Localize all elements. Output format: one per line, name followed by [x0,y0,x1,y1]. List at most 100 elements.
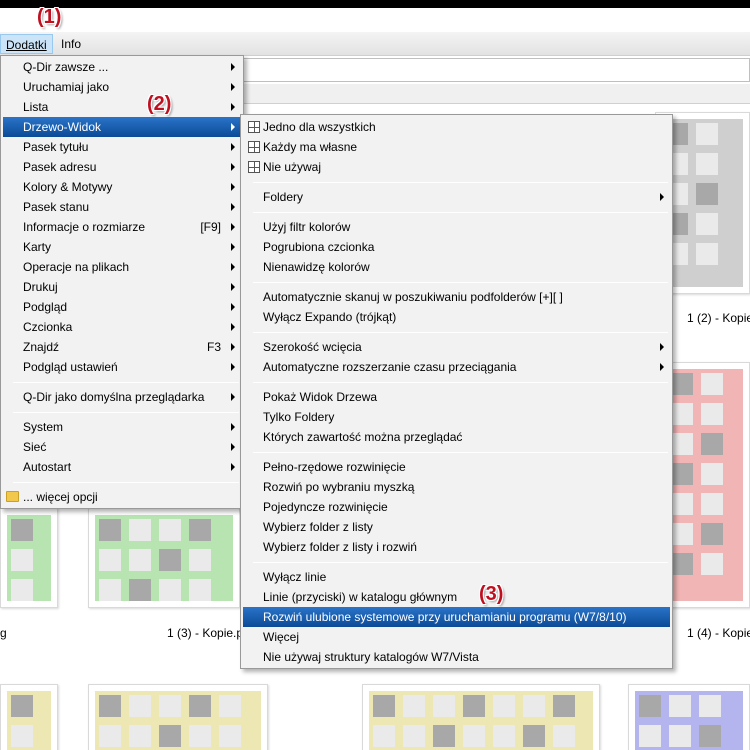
menu2-item-rozwin-po-wybraniu[interactable]: Rozwiń po wybraniu myszką [243,477,670,497]
menu2-item-jedno-dla-wszystkich[interactable]: Jedno dla wszystkich [243,117,670,137]
menu2-item-filtr-kolorow[interactable]: Użyj filtr kolorów [243,217,670,237]
thumbnail-yellow-left[interactable] [0,684,58,750]
menu1-label: Podgląd ustawień [23,360,118,374]
menu1-item-lista[interactable]: Lista [3,97,241,117]
menu2-item-nie-uzywaj-struktury[interactable]: Nie używaj struktury katalogów W7/Vista [243,647,670,667]
menu2-label: Wyłącz Expando (trójkąt) [263,310,397,324]
menu2-item-kazdy-ma-wlasne[interactable]: Każdy ma własne [243,137,670,157]
thumbnail-cell [189,519,211,541]
menu1-item-siec[interactable]: Sieć [3,437,241,457]
menu1-item-znajdz[interactable]: Znajdź F3 [3,337,241,357]
menu2-label: Rozwiń po wybraniu myszką [263,480,415,494]
thumbnail-cell [493,725,515,747]
thumbnail-cell [99,695,121,717]
menu1-item-podglad[interactable]: Podgląd [3,297,241,317]
menu2-item-foldery[interactable]: Foldery [243,187,670,207]
thumbnail-cell [189,695,211,717]
submenu-arrow-icon [231,423,235,431]
thumbnail-cell [99,579,121,601]
thumbnail-cell [671,463,693,485]
thumbnail-cell [696,153,718,175]
thumbnail-red[interactable] [660,362,750,608]
thumbnail-grid [662,119,743,287]
thumbnail-grid [635,691,743,750]
submenu-arrow-icon [231,303,235,311]
menu1-label: Kolory & Motywy [23,180,113,194]
thumbnail-cell [129,549,151,571]
thumbnail-green-left[interactable] [0,508,58,608]
menu2-item-rozwin-ulubione[interactable]: Rozwiń ulubione systemowe przy uruchamia… [243,607,670,627]
menu2-item-tylko-foldery[interactable]: Tylko Foldery [243,407,670,427]
menu1-item-karty[interactable]: Karty [3,237,241,257]
menu2-item-wiecej[interactable]: Więcej [243,627,670,647]
menu1-item-czcionka[interactable]: Czcionka [3,317,241,337]
menu1-item-domyslna-przegladarka[interactable]: Q-Dir jako domyślna przeglądarka [3,387,241,407]
menu1-item-q-dir-zawsze[interactable]: Q-Dir zawsze ... [3,57,241,77]
menu2-item-wylacz-linie[interactable]: Wyłącz linie [243,567,670,587]
thumbnail-cell [493,695,515,717]
menu-separator [253,212,668,213]
submenu-arrow-icon [231,223,235,231]
thumbnail-cell [129,579,151,601]
menu1-item-pasek-adresu[interactable]: Pasek adresu [3,157,241,177]
thumbnail-cell [189,549,211,571]
menu2-label: Nie używaj struktury katalogów W7/Vista [263,650,479,664]
menu2-item-wybierz-folder-rozwin[interactable]: Wybierz folder z listy i rozwiń [243,537,670,557]
menu2-item-wybierz-folder[interactable]: Wybierz folder z listy [243,517,670,537]
menu-info[interactable]: Info [56,34,86,54]
submenu-arrow-icon [231,123,235,131]
thumbnail-green[interactable] [88,508,240,608]
menu2-label: Więcej [263,630,300,644]
annotation-3: (3) [479,583,504,605]
menu-dodatki[interactable]: Dodatki [0,34,53,54]
menu1-item-podglad-ustawien[interactable]: Podgląd ustawień [3,357,241,377]
thumbnail-cell [11,579,33,601]
annotation-1: (1) [37,6,62,28]
menu-separator [13,482,239,483]
menu1-label: ... więcej opcji [23,490,98,504]
menu2-item-wylacz-expando[interactable]: Wyłącz Expando (trójkąt) [243,307,670,327]
menu2-item-pokaz-widok-drzewa[interactable]: Pokaż Widok Drzewa [243,387,670,407]
thumbnail-blue[interactable] [628,684,750,750]
thumbnail-cell [99,549,121,571]
menu1-item-drzewo-widok[interactable]: Drzewo-Widok [3,117,241,137]
menu2-item-szerokosc-wciecia[interactable]: Szerokość wcięcia [243,337,670,357]
submenu-arrow-icon [231,393,235,401]
thumbnail-yellow[interactable] [88,684,268,750]
menu1-label: Q-Dir jako domyślna przeglądarka [23,390,205,404]
menu1-item-wiecej-opcji[interactable]: ... więcej opcji [3,487,241,507]
thumbnail-cell [696,183,718,205]
menu1-item-pasek-tytulu[interactable]: Pasek tytułu [3,137,241,157]
menu2-item-nienawidze-kolorow[interactable]: Nienawidzę kolorów [243,257,670,277]
menu2-item-automatyczne-rozszerzanie[interactable]: Automatyczne rozszerzanie czasu przeciąg… [243,357,670,377]
thumbnail-cell [671,493,693,515]
menu1-item-informacje-o-rozmiarze[interactable]: Informacje o rozmiarze [F9] [3,217,241,237]
menu2-item-nie-uzywaj[interactable]: Nie używaj [243,157,670,177]
menu2-item-linie-przyciski[interactable]: Linie (przyciski) w katalogu głównym [243,587,670,607]
thumbnail-cell [701,463,723,485]
menu2-item-ktorych-zawartosc[interactable]: Których zawartość można przeglądać [243,427,670,447]
thumbnail-cell [433,695,455,717]
thumbnail-cell [696,213,718,235]
menu2-item-pogrubiona-czcionka[interactable]: Pogrubiona czcionka [243,237,670,257]
thumbnail-cell [373,725,395,747]
thumbnail-grid [369,691,593,750]
menu1-item-operacje-na-plikach[interactable]: Operacje na plikach [3,257,241,277]
menu1-label: Znajdź [23,340,60,354]
menu1-item-kolory-motywy[interactable]: Kolory & Motywy [3,177,241,197]
menu1-item-system[interactable]: System [3,417,241,437]
menu1-item-uruchamiaj-jako[interactable]: Uruchamiaj jako [3,77,241,97]
menu1-label: Karty [23,240,52,254]
menu2-item-pelno-rzedowe[interactable]: Pełno-rzędowe rozwinięcie [243,457,670,477]
menu2-label: Pokaż Widok Drzewa [263,390,378,404]
menu2-item-automatycznie-skanuj[interactable]: Automatycznie skanuj w poszukiwaniu podf… [243,287,670,307]
menu1-label: Lista [23,100,49,114]
menu1-item-drukuj[interactable]: Drukuj [3,277,241,297]
menu2-item-pojedyncze-rozwiniecie[interactable]: Pojedyncze rozwinięcie [243,497,670,517]
menu1-item-autostart[interactable]: Autostart [3,457,241,477]
thumbnail-cell [11,519,33,541]
menu2-label: Linie (przyciski) w katalogu głównym [263,590,458,604]
thumbnail-cell [523,725,545,747]
menu1-item-pasek-stanu[interactable]: Pasek stanu [3,197,241,217]
thumbnail-yellow-2[interactable] [362,684,600,750]
